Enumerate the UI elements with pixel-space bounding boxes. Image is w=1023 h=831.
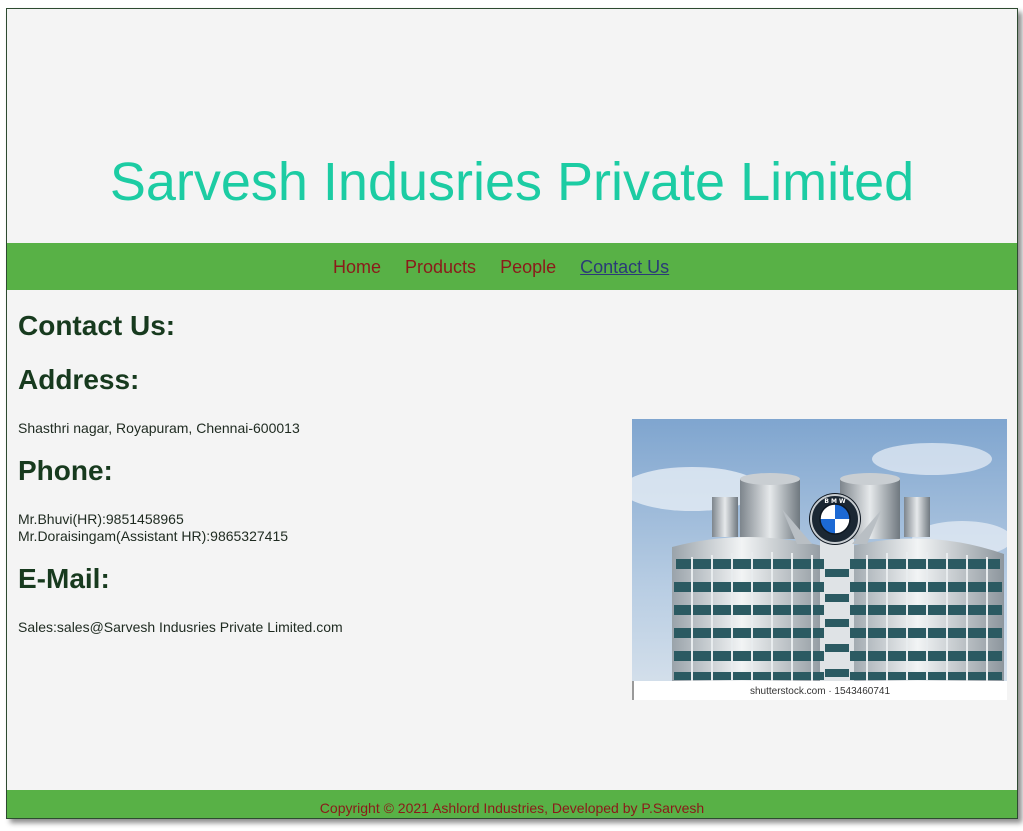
address-heading: Address: [18,364,140,395]
phone-line: Mr.Doraisingam(Assistant HR):9865327415 [18,528,289,544]
nav-contact-us-link[interactable]: Contact Us [580,256,669,278]
site-footer: Copyright © 2021 Ashlord Industries, Dev… [7,790,1017,818]
site-title: Sarvesh Indusries Private Limited [109,152,915,212]
email-text: Sales:sales@Sarvesh Indusries Private Li… [18,619,343,635]
nav-links: Home Products People Contact Us [333,256,669,278]
building-photo: B M W shutterstock.com · 1543460741 [632,419,1007,700]
phone-line: Mr.Bhuvi(HR):9851458965 [18,511,184,527]
page-container: Sarvesh Indusries Private Limited Home P… [6,8,1018,819]
contact-heading: Contact Us: [18,310,176,341]
email-heading: E-Mail: [18,563,110,594]
nav-products-link[interactable]: Products [405,256,476,278]
address-text: Shasthri nagar, Royapuram, Chennai-60001… [18,420,300,436]
phone-heading: Phone: [18,455,113,486]
nav-people-link[interactable]: People [500,256,556,278]
svg-text:B M W: B M W [824,498,846,505]
copyright-text: Copyright © 2021 Ashlord Industries, Dev… [319,800,705,816]
nav-home-link[interactable]: Home [333,256,381,278]
image-watermark: shutterstock.com · 1543460741 [750,686,891,697]
nav-bar: Home Products People Contact Us [7,243,1017,290]
site-header: Sarvesh Indusries Private Limited [7,9,1017,243]
